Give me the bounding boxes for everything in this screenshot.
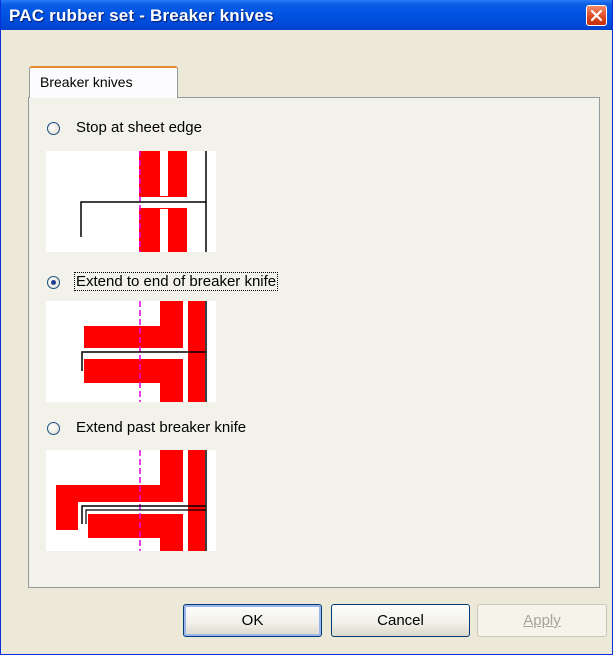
- close-button[interactable]: [586, 5, 607, 26]
- ok-button[interactable]: OK: [183, 604, 322, 637]
- dialog-window: PAC rubber set - Breaker knives Breaker …: [0, 0, 613, 655]
- diagram-extend-past: [46, 450, 216, 551]
- radio-stop-at-sheet-edge[interactable]: [47, 122, 60, 135]
- cancel-button[interactable]: Cancel: [331, 604, 470, 637]
- title-bar[interactable]: PAC rubber set - Breaker knives: [1, 0, 612, 30]
- apply-label: Apply: [523, 612, 561, 629]
- option-label: Extend to end of breaker knife: [73, 272, 279, 291]
- apply-button[interactable]: Apply: [477, 604, 607, 637]
- radio-extend-to-end[interactable]: [47, 276, 60, 289]
- window-title: PAC rubber set - Breaker knives: [9, 6, 274, 25]
- radio-extend-past[interactable]: [47, 422, 60, 435]
- tab-label: Breaker knives: [40, 74, 133, 90]
- diagram-stop-at-sheet-edge: [46, 151, 216, 252]
- close-icon: [590, 9, 603, 22]
- diagram-extend-to-end: [46, 301, 216, 402]
- tab-breaker-knives[interactable]: Breaker knives: [29, 66, 178, 98]
- option-label: Stop at sheet edge: [76, 119, 202, 136]
- option-label: Extend past breaker knife: [76, 419, 247, 436]
